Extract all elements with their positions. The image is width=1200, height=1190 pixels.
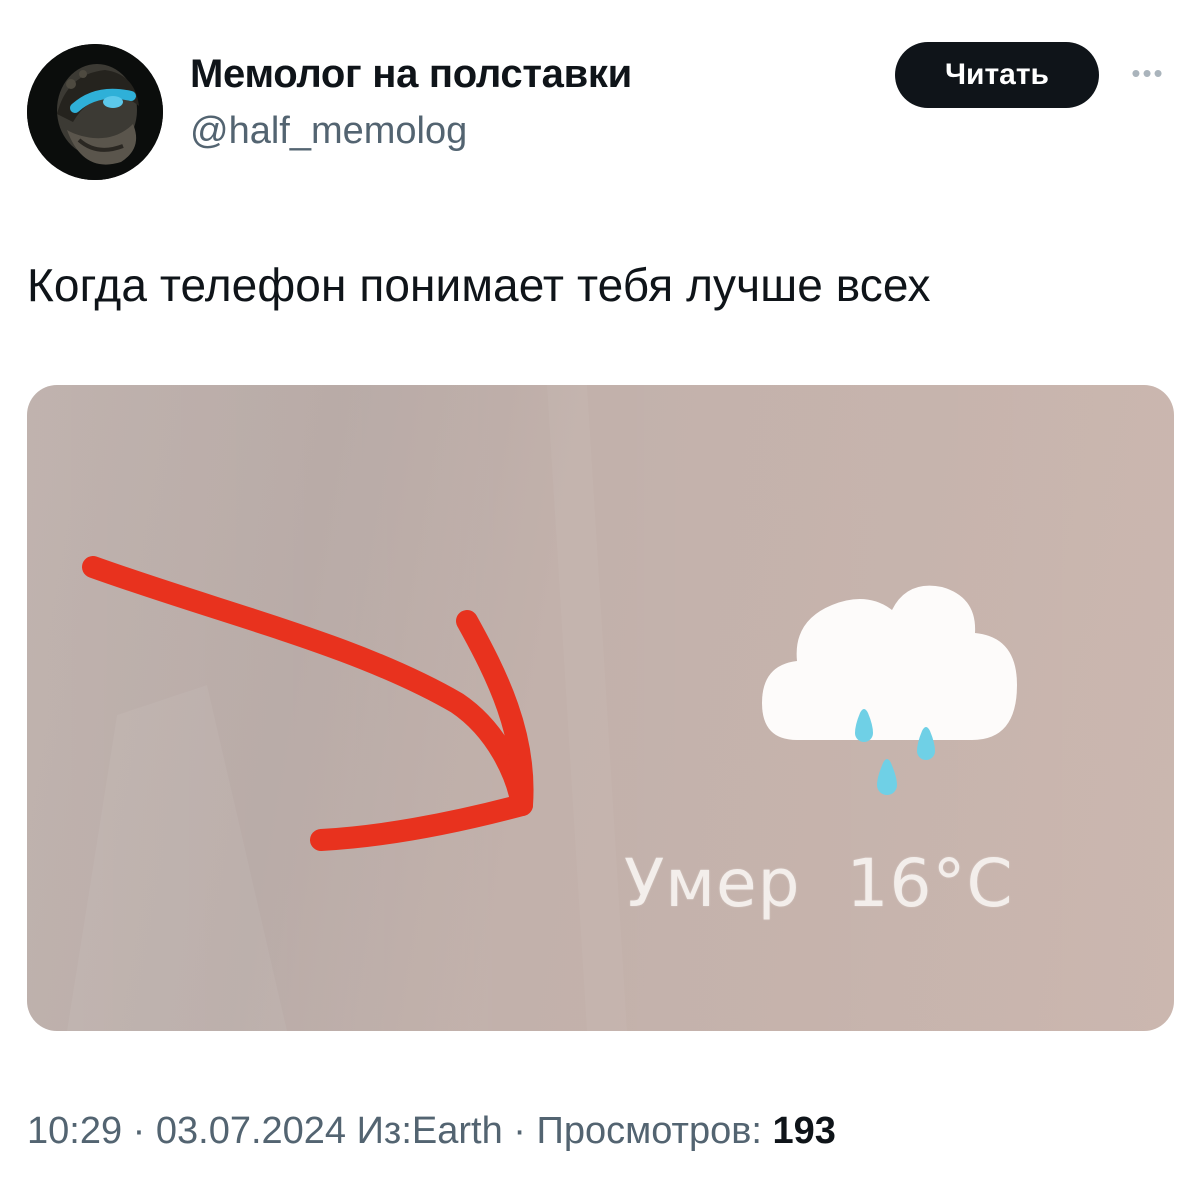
author-handle[interactable]: @half_memolog xyxy=(190,110,467,153)
more-horizontal-icon[interactable]: ••• xyxy=(1126,58,1170,88)
tweet-meta: 10:29 · 03.07.2024 Из:Earth · Просмотров… xyxy=(27,1110,836,1153)
tweet-source: Из:Earth xyxy=(346,1110,503,1152)
meta-separator: · xyxy=(122,1110,156,1152)
weather-label: Умер 16°C xyxy=(624,845,1014,922)
views-count: 193 xyxy=(772,1110,836,1152)
weather-condition: Умер xyxy=(624,845,801,922)
tweet-date[interactable]: 03.07.2024 xyxy=(156,1110,346,1152)
tweet-media-image[interactable]: Умер 16°C xyxy=(27,385,1174,1031)
author-display-name[interactable]: Мемолог на полставки xyxy=(190,52,632,97)
avatar-image xyxy=(27,44,163,180)
tweet-time[interactable]: 10:29 xyxy=(27,1110,122,1152)
tweet-text: Когда телефон понимает тебя лучше всех xyxy=(27,259,931,311)
follow-button[interactable]: Читать xyxy=(895,42,1099,108)
temperature: 16°C xyxy=(846,845,1014,922)
meta-separator: · xyxy=(502,1110,537,1152)
avatar[interactable] xyxy=(27,44,163,180)
tweet: Мемолог на полставки @half_memolog Читат… xyxy=(0,0,1200,1190)
media-graphics xyxy=(27,385,1174,1031)
views-label: Просмотров: xyxy=(536,1110,773,1152)
